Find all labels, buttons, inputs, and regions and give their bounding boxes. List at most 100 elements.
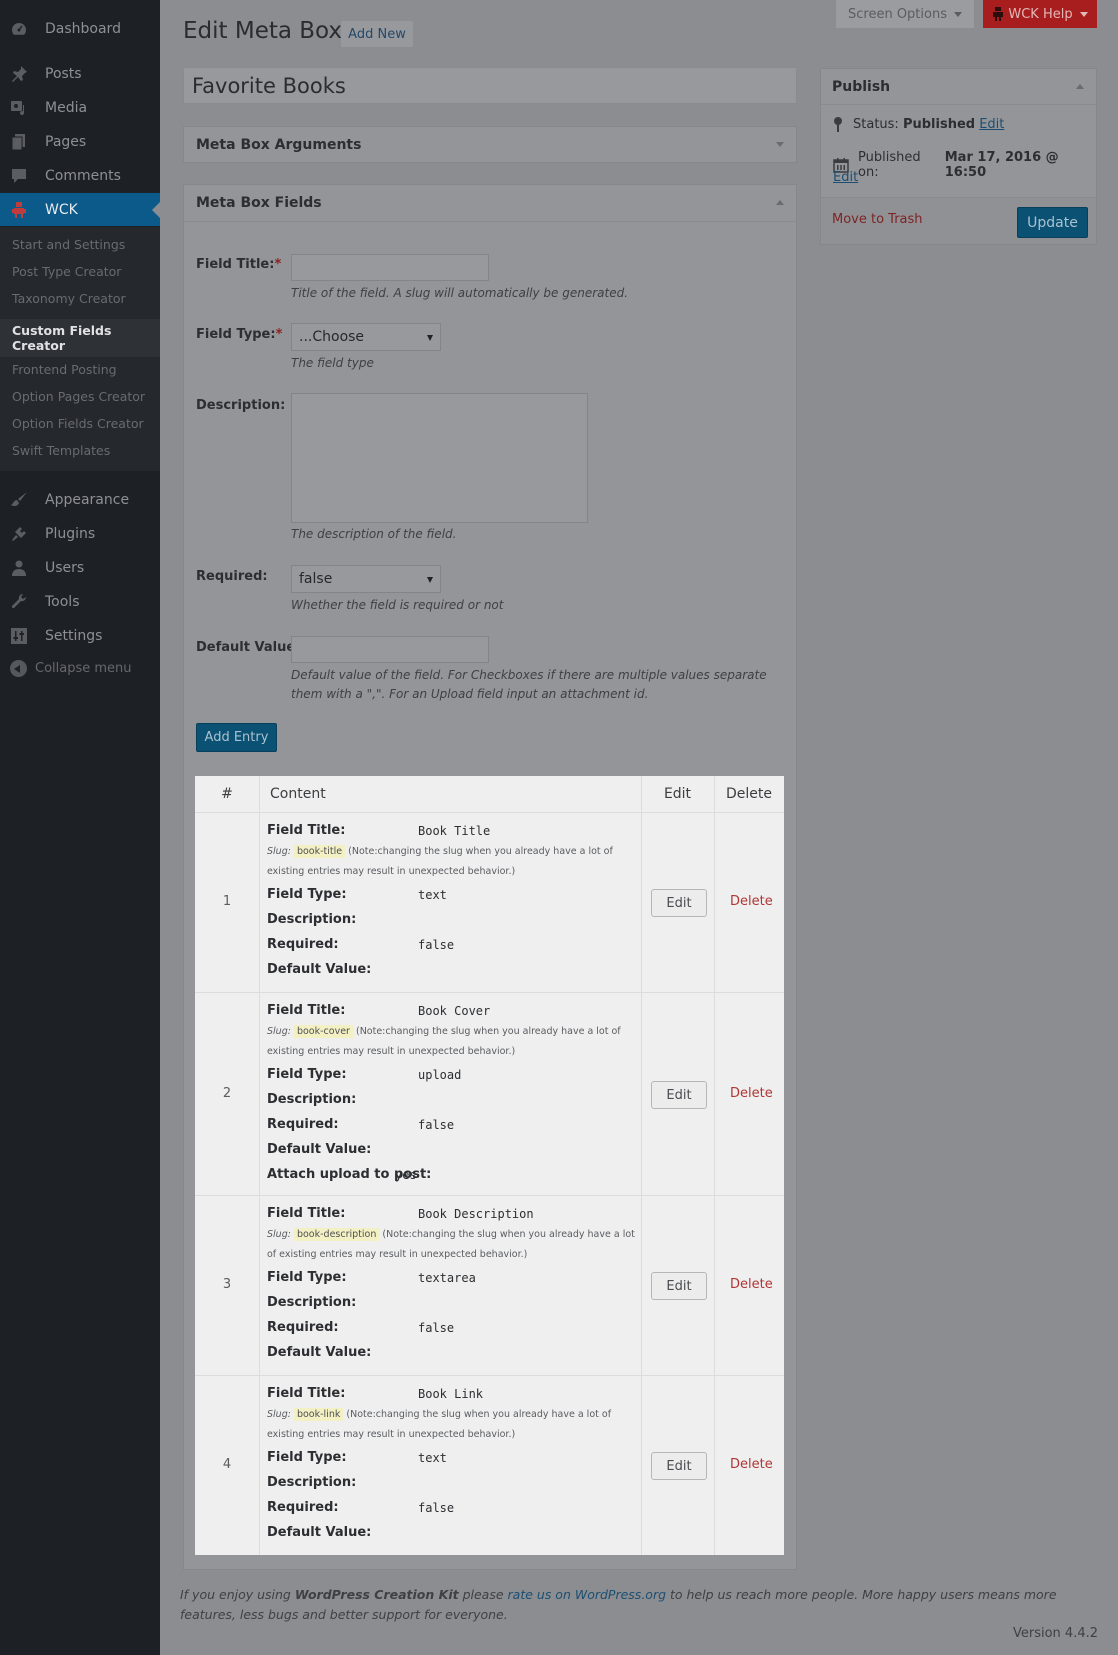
screen-options-tab[interactable]: Screen Options bbox=[836, 0, 974, 28]
edit-entry-button[interactable]: Edit bbox=[651, 1272, 707, 1300]
required-marker: * bbox=[274, 257, 282, 272]
dropdown-arrow-icon bbox=[427, 335, 433, 341]
sidebar-item-pages[interactable]: Pages bbox=[0, 126, 160, 158]
default-value-input[interactable] bbox=[291, 636, 489, 663]
entry-label: Default Value: bbox=[267, 1142, 372, 1157]
meta-box-arguments-header[interactable]: Meta Box Arguments bbox=[184, 127, 796, 163]
column-header-edit: Edit bbox=[663, 786, 692, 802]
column-header-delete: Delete bbox=[726, 786, 772, 802]
collapse-arrow-icon[interactable] bbox=[1076, 84, 1084, 89]
field-type-value: text bbox=[418, 1451, 447, 1465]
sidebar-item-label: Dashboard bbox=[45, 21, 121, 37]
submenu-start-and-settings[interactable]: Start and Settings bbox=[12, 237, 125, 252]
plug-icon bbox=[10, 525, 28, 543]
slug-info: Slug: book-link (Note:changing the slug … bbox=[267, 1405, 637, 1445]
submenu-post-type-creator[interactable]: Post Type Creator bbox=[12, 264, 121, 279]
rate-us-link[interactable]: rate us on WordPress.org bbox=[508, 1587, 666, 1602]
sidebar-item-wck[interactable]: WCK bbox=[0, 193, 160, 226]
post-title-input[interactable]: Favorite Books bbox=[183, 67, 797, 104]
move-to-trash-link[interactable]: Move to Trash bbox=[832, 212, 923, 227]
delete-entry-link[interactable]: Delete bbox=[730, 1457, 773, 1472]
default-value-hint: Default value of the field. For Checkbox… bbox=[291, 668, 767, 701]
required-label: Required: bbox=[196, 569, 268, 584]
description-label: Description: bbox=[196, 398, 286, 413]
field-title-entry: Field Title: bbox=[267, 1206, 345, 1221]
delete-entry-link[interactable]: Delete bbox=[730, 1086, 773, 1101]
default-value-entry: Default Value: bbox=[267, 1345, 371, 1360]
entry-label: Field Title: bbox=[267, 1386, 346, 1401]
sidebar-item-dashboard[interactable]: Dashboard bbox=[0, 13, 160, 45]
pages-icon bbox=[10, 133, 28, 151]
add-entry-button[interactable]: Add Entry bbox=[196, 723, 277, 752]
slug-prefix: Slug: bbox=[267, 1409, 291, 1420]
publish-panel: Publish Status: Published Edit Published… bbox=[820, 68, 1097, 245]
sidebar-item-posts[interactable]: Posts bbox=[0, 58, 160, 90]
required-select[interactable]: false bbox=[291, 565, 441, 593]
table-row: 4 Field Title: Book Link Slug: book-link (N… bbox=[195, 1375, 784, 1555]
meta-box-fields-header[interactable]: Meta Box Fields bbox=[184, 185, 796, 221]
sidebar-item-label: Posts bbox=[45, 66, 82, 82]
sidebar-item-plugins[interactable]: Plugins bbox=[0, 518, 160, 550]
entry-label: Field Type: bbox=[267, 1450, 347, 1465]
wck-help-tab[interactable]: WCK Help bbox=[983, 0, 1097, 28]
sidebar-item-settings[interactable]: Settings bbox=[0, 620, 160, 652]
robot-icon bbox=[10, 201, 28, 219]
add-new-button[interactable]: Add New bbox=[341, 21, 413, 47]
entry-label: Required: bbox=[267, 937, 339, 952]
attach-upload-value: yes bbox=[395, 1168, 417, 1182]
submenu-option-fields-creator[interactable]: Option Fields Creator bbox=[12, 416, 144, 431]
slug-value: book-link bbox=[293, 1408, 344, 1421]
entry-label: Description: bbox=[267, 1092, 357, 1107]
field-type-entry: Field Type: bbox=[267, 1450, 347, 1465]
collapse-arrow-icon[interactable] bbox=[776, 200, 784, 205]
slug-value: book-description bbox=[293, 1228, 380, 1241]
sidebar-item-label: Appearance bbox=[45, 492, 130, 508]
label-text: Field Title: bbox=[196, 257, 275, 272]
field-title-value: Book Cover bbox=[418, 1004, 491, 1018]
field-type-select[interactable]: ...Choose bbox=[291, 323, 441, 351]
submenu-taxonomy-creator[interactable]: Taxonomy Creator bbox=[12, 291, 126, 306]
description-hint: The description of the field. bbox=[291, 527, 457, 541]
sidebar-item-appearance[interactable]: Appearance bbox=[0, 484, 160, 516]
footer-brand: WordPress Creation Kit bbox=[294, 1587, 459, 1602]
collapse-menu-button[interactable]: Collapse menu bbox=[10, 660, 132, 677]
edit-entry-button[interactable]: Edit bbox=[651, 889, 707, 917]
submenu-option-pages-creator[interactable]: Option Pages Creator bbox=[12, 389, 145, 404]
wck-submenu: Start and Settings Post Type Creator Tax… bbox=[0, 227, 160, 471]
footer-text-part: please bbox=[458, 1587, 508, 1602]
field-type-value: textarea bbox=[418, 1271, 476, 1285]
selected-value: ...Choose bbox=[299, 329, 365, 345]
collapse-menu-label: Collapse menu bbox=[35, 661, 132, 676]
sidebar-item-tools[interactable]: Tools bbox=[0, 586, 160, 618]
publish-header[interactable]: Publish bbox=[821, 69, 1096, 105]
expand-arrow-icon[interactable] bbox=[776, 142, 784, 147]
panel-title: Publish bbox=[832, 78, 891, 95]
entry-label: Field Type: bbox=[267, 887, 347, 902]
sliders-icon bbox=[10, 627, 28, 645]
submenu-custom-fields-creator[interactable]: Custom Fields Creator bbox=[0, 319, 160, 357]
edit-entry-button[interactable]: Edit bbox=[651, 1452, 707, 1480]
required-value: false bbox=[418, 1321, 455, 1335]
sidebar-item-comments[interactable]: Comments bbox=[0, 160, 160, 192]
field-title-label: Field Title:* bbox=[196, 257, 281, 272]
screen-options-label: Screen Options bbox=[848, 6, 947, 22]
published-on-value: Mar 17, 2016 @ 16:50 bbox=[944, 150, 1059, 180]
edit-status-link[interactable]: Edit bbox=[979, 117, 1004, 132]
description-textarea[interactable] bbox=[291, 393, 588, 523]
edit-entry-button[interactable]: Edit bbox=[651, 1081, 707, 1109]
sidebar-item-users[interactable]: Users bbox=[0, 552, 160, 584]
sidebar-item-media[interactable]: Media bbox=[0, 92, 160, 124]
submenu-swift-templates[interactable]: Swift Templates bbox=[12, 443, 110, 458]
delete-entry-link[interactable]: Delete bbox=[730, 894, 773, 909]
slug-info: Slug: book-cover (Note:changing the slug… bbox=[267, 1022, 637, 1062]
chevron-down-icon bbox=[954, 11, 962, 17]
entry-label: Field Type: bbox=[267, 1270, 347, 1285]
edit-date-link[interactable]: Edit bbox=[833, 170, 858, 185]
entry-label: Description: bbox=[267, 1295, 357, 1310]
description-entry: Description: bbox=[267, 1295, 356, 1310]
wck-help-label: WCK Help bbox=[1008, 6, 1073, 22]
update-button[interactable]: Update bbox=[1017, 207, 1088, 238]
submenu-frontend-posting[interactable]: Frontend Posting bbox=[12, 362, 117, 377]
delete-entry-link[interactable]: Delete bbox=[730, 1277, 773, 1292]
field-title-input[interactable] bbox=[291, 254, 489, 281]
